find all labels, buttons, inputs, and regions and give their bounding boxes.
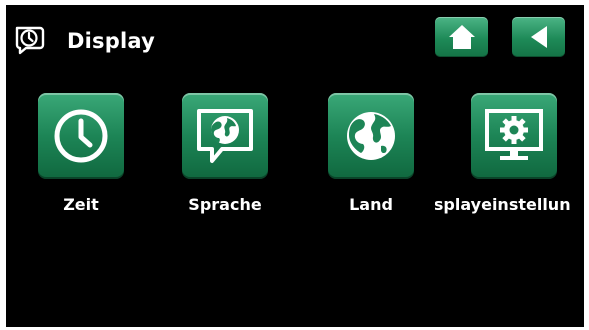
back-arrow-icon: [530, 26, 547, 48]
country-label[interactable]: Land: [296, 195, 446, 214]
display-settings-tile-button[interactable]: [471, 93, 557, 179]
display-screen: Display Zeit Sprache Land isplayeinstell…: [6, 5, 584, 327]
back-button[interactable]: [512, 17, 565, 57]
time-tile-button[interactable]: [38, 93, 124, 179]
page-title: Display: [67, 29, 155, 53]
globe-icon: [347, 112, 395, 160]
display-settings-label-wrap[interactable]: isplayeinstellun: [435, 195, 584, 214]
home-icon: [448, 25, 475, 49]
language-globe-icon: [197, 109, 253, 163]
clock-icon: [54, 109, 108, 163]
language-label[interactable]: Sprache: [150, 195, 300, 214]
display-settings-label[interactable]: isplayeinstellun: [435, 195, 571, 214]
home-button[interactable]: [435, 17, 488, 57]
display-settings-icon: [14, 25, 46, 55]
country-tile-button[interactable]: [328, 93, 414, 179]
time-label[interactable]: Zeit: [6, 195, 156, 214]
header: Display: [6, 5, 584, 77]
language-tile-button[interactable]: [182, 93, 268, 179]
monitor-gear-icon: [485, 109, 543, 160]
